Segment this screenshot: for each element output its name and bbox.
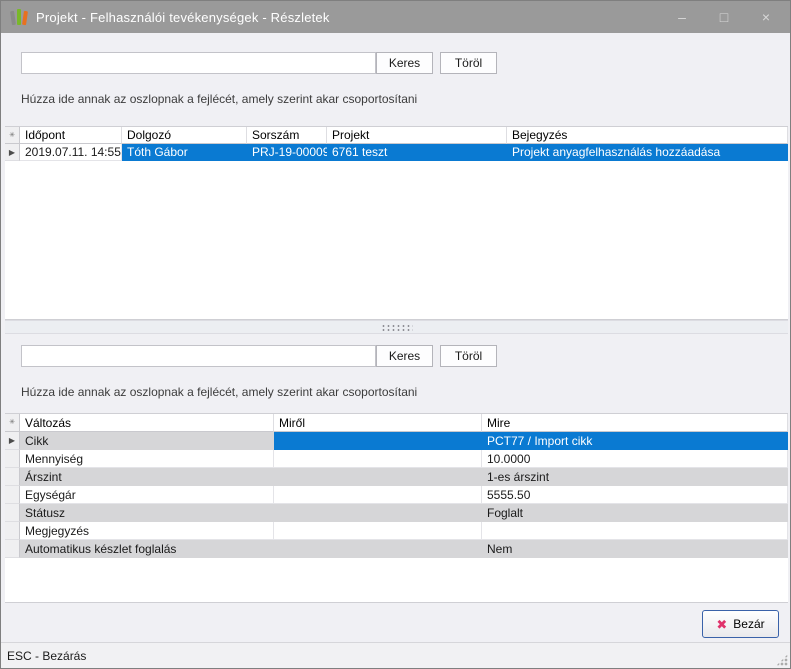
close-button[interactable]: ✖ Bezár (702, 610, 779, 638)
table-row[interactable]: Státusz Foglalt (5, 504, 788, 522)
column-header-valtozas[interactable]: Változás (20, 414, 274, 432)
cell-dolgozo[interactable]: Tóth Gábor (122, 144, 247, 161)
window-title: Projekt - Felhasználói tevékenységek - R… (36, 10, 330, 25)
cell-mirol[interactable] (274, 432, 482, 450)
clear-button-bottom[interactable]: Töröl (440, 345, 497, 367)
table-row[interactable]: Megjegyzés (5, 522, 788, 540)
table-row[interactable]: Mennyiség 10.0000 (5, 450, 788, 468)
table-row[interactable]: ▶ Cikk PCT77 / Import cikk (5, 432, 788, 450)
cell-mire[interactable]: 5555.50 (482, 486, 788, 504)
row-focus-arrow-icon: ▶ (9, 144, 15, 161)
cell-mire[interactable]: PCT77 / Import cikk (482, 432, 788, 450)
group-by-hint-bottom: Húzza ide annak az oszlopnak a fejlécét,… (21, 385, 417, 399)
changes-header-row: ✳ Változás Miről Mire (5, 414, 788, 432)
cell-mirol[interactable] (274, 468, 482, 486)
table-row[interactable]: Automatikus készlet foglalás Nem (5, 540, 788, 558)
table-row[interactable]: Árszint 1-es árszint (5, 468, 788, 486)
search-input-top[interactable] (21, 52, 376, 74)
minimize-icon[interactable]: – (668, 5, 696, 29)
cell-idopont[interactable]: 2019.07.11. 14:55: (20, 144, 122, 161)
search-button-bottom[interactable]: Keres (376, 345, 433, 367)
status-bar: ESC - Bezárás (1, 642, 790, 668)
activities-header-row: ✳ Időpont Dolgozó Sorszám Projekt Bejegy… (5, 127, 788, 144)
group-by-hint-top: Húzza ide annak az oszlopnak a fejlécét,… (21, 92, 417, 106)
table-row[interactable]: ▶ 2019.07.11. 14:55: Tóth Gábor PRJ-19-0… (5, 144, 788, 161)
cell-mire[interactable]: 1-es árszint (482, 468, 788, 486)
column-header-bejegyzes[interactable]: Bejegyzés (507, 127, 788, 144)
cell-mire[interactable]: Nem (482, 540, 788, 558)
grid-corner-star-icon: ✳ (5, 127, 20, 144)
column-header-sorszam[interactable]: Sorszám (247, 127, 327, 144)
column-header-dolgozo[interactable]: Dolgozó (122, 127, 247, 144)
cell-valtozas[interactable]: Automatikus készlet foglalás (20, 540, 274, 558)
cell-mire[interactable] (482, 522, 788, 540)
cell-valtozas[interactable]: Státusz (20, 504, 274, 522)
splitter-grip-icon (381, 324, 413, 331)
cell-mirol[interactable] (274, 450, 482, 468)
cell-mirol[interactable] (274, 504, 482, 522)
status-hint: ESC - Bezárás (7, 649, 86, 663)
cell-projekt[interactable]: 6761 teszt (327, 144, 507, 161)
close-button-label: Bezár (733, 617, 764, 631)
cell-valtozas[interactable]: Mennyiség (20, 450, 274, 468)
changes-grid: ✳ Változás Miről Mire ▶ Cikk PCT77 / Imp… (5, 413, 788, 603)
cell-mire[interactable]: Foglalt (482, 504, 788, 522)
row-focus-arrow-icon: ▶ (9, 432, 15, 450)
activities-grid: ✳ Időpont Dolgozó Sorszám Projekt Bejegy… (5, 126, 788, 320)
dialog-window: Projekt - Felhasználói tevékenységek - R… (0, 0, 791, 669)
panel-splitter[interactable] (5, 320, 788, 334)
search-input-bottom[interactable] (21, 345, 376, 367)
search-button-top[interactable]: Keres (376, 52, 433, 74)
cell-mire[interactable]: 10.0000 (482, 450, 788, 468)
cell-sorszam[interactable]: PRJ-19-000099 (247, 144, 327, 161)
cell-valtozas[interactable]: Egységár (20, 486, 274, 504)
column-header-mirol[interactable]: Miről (274, 414, 482, 432)
cell-valtozas[interactable]: Megjegyzés (20, 522, 274, 540)
table-row[interactable]: Egységár 5555.50 (5, 486, 788, 504)
close-x-icon: ✖ (716, 618, 727, 631)
cell-mirol[interactable] (274, 486, 482, 504)
clear-button-top[interactable]: Töröl (440, 52, 497, 74)
cell-valtozas[interactable]: Árszint (20, 468, 274, 486)
close-icon[interactable]: × (752, 5, 780, 29)
column-header-mire[interactable]: Mire (482, 414, 788, 432)
column-header-projekt[interactable]: Projekt (327, 127, 507, 144)
maximize-icon[interactable]: □ (710, 5, 738, 29)
app-icon (10, 8, 28, 26)
resize-grip[interactable] (776, 654, 788, 666)
titlebar[interactable]: Projekt - Felhasználói tevékenységek - R… (1, 1, 790, 33)
cell-bejegyzes[interactable]: Projekt anyagfelhasználás hozzáadása (507, 144, 788, 161)
cell-mirol[interactable] (274, 540, 482, 558)
grid-corner-star-icon: ✳ (5, 414, 20, 432)
column-header-idopont[interactable]: Időpont (20, 127, 122, 144)
cell-mirol[interactable] (274, 522, 482, 540)
cell-valtozas[interactable]: Cikk (20, 432, 274, 450)
